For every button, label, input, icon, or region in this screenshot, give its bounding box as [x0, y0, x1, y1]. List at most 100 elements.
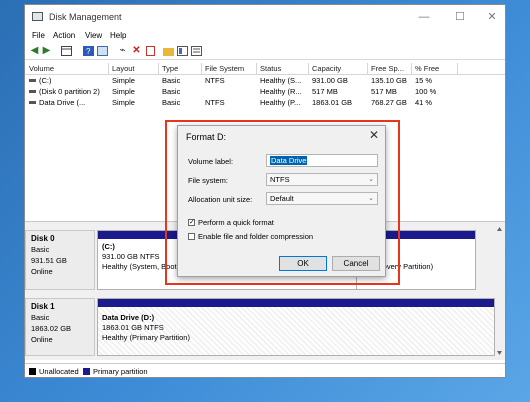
volume-icon	[29, 101, 36, 104]
disk-1-row: Disk 1 Basic 1863.02 GB Online Data Driv…	[25, 298, 505, 356]
folder-icon[interactable]	[163, 46, 174, 56]
menu-bar: File Action View Help	[25, 29, 505, 43]
cell-capacity: 1863.01 GB	[312, 98, 353, 107]
allocation-unit-label: Allocation unit size:	[188, 195, 253, 204]
menu-view[interactable]: View	[85, 31, 102, 40]
window-title: Disk Management	[49, 12, 122, 22]
svg-text:?: ?	[86, 47, 91, 56]
ok-button[interactable]: OK	[279, 256, 327, 271]
disk-name: Disk 1	[31, 302, 55, 311]
toolbar: ◀ ▶ ? ⌁ ✕	[25, 43, 505, 60]
menu-help[interactable]: Help	[110, 31, 126, 40]
legend-unallocated: Unallocated	[39, 367, 79, 376]
cell-free-space: 517 MB	[371, 87, 397, 96]
table-row[interactable]: (Disk 0 partition 2) Simple Basic Health…	[25, 86, 505, 97]
volume-label-label: Volume label:	[188, 157, 234, 166]
col-file-system[interactable]: File System	[205, 64, 244, 73]
title-bar[interactable]: Disk Management — ☐ ✕	[25, 5, 505, 29]
primary-partition-swatch	[83, 368, 90, 375]
chevron-down-icon: ⌄	[368, 195, 374, 202]
help-icon[interactable]: ?	[83, 46, 94, 56]
partition-data-drive[interactable]: Data Drive (D:) 1863.01 GB NTFS Healthy …	[97, 298, 495, 356]
cell-type: Basic	[162, 87, 181, 96]
cell-volume: (C:)	[39, 76, 52, 85]
col-percent-free[interactable]: % Free	[415, 64, 439, 73]
compression-label: Enable file and folder compression	[198, 232, 314, 241]
col-capacity[interactable]: Capacity	[312, 64, 341, 73]
dialog-title: Format D:	[186, 132, 227, 142]
legend-primary-partition: Primary partition	[93, 367, 148, 376]
cell-type: Basic	[162, 76, 181, 85]
delete-icon[interactable]: ✕	[131, 46, 142, 56]
cell-layout: Simple	[112, 98, 135, 107]
file-system-label: File system:	[188, 176, 229, 185]
volume-label-value: Data Drive	[270, 156, 308, 165]
partition-detail: 931.00 GB NTFS	[102, 252, 160, 261]
cell-file-system: NTFS	[205, 98, 225, 107]
partition-status: Healthy (Primary Partition)	[102, 333, 190, 342]
col-layout[interactable]: Layout	[112, 64, 135, 73]
cell-percent-free: 41 %	[415, 98, 433, 107]
cell-percent-free: 100 %	[415, 87, 437, 96]
col-volume[interactable]: Volume	[29, 64, 54, 73]
disk-type: Basic	[31, 313, 50, 322]
cell-status: Healthy (S...	[260, 76, 302, 85]
allocation-unit-select[interactable]: Default ⌄	[266, 192, 378, 205]
cell-volume: (Disk 0 partition 2)	[39, 87, 100, 96]
unallocated-swatch	[29, 368, 36, 375]
menu-action[interactable]: Action	[53, 31, 75, 40]
partition-detail: 1863.01 GB NTFS	[102, 323, 164, 332]
menu-file[interactable]: File	[32, 31, 45, 40]
format-dialog: Format D: ✕ Volume label: Data Drive Fil…	[177, 125, 386, 277]
cell-free-space: 768.27 GB	[371, 98, 407, 107]
maximize-button[interactable]: ☐	[445, 7, 475, 27]
table-row[interactable]: (C:) Simple Basic NTFS Healthy (S... 931…	[25, 75, 505, 86]
table-row[interactable]: Data Drive (... Simple Basic NTFS Health…	[25, 97, 505, 108]
disk-map-scrollbar[interactable]	[496, 226, 503, 356]
cell-status: Healthy (R...	[260, 87, 302, 96]
disk-1-info[interactable]: Disk 1 Basic 1863.02 GB Online	[25, 298, 95, 356]
view-icon[interactable]	[177, 46, 188, 56]
minimize-button[interactable]: —	[409, 7, 439, 27]
cell-file-system: NTFS	[205, 76, 225, 85]
disk-name: Disk 0	[31, 234, 55, 243]
cell-layout: Simple	[112, 87, 135, 96]
chevron-down-icon: ⌄	[368, 176, 374, 183]
console-tree-icon[interactable]	[61, 46, 72, 56]
col-type[interactable]: Type	[162, 64, 178, 73]
compression-checkbox[interactable]	[188, 233, 195, 240]
col-status[interactable]: Status	[260, 64, 281, 73]
forward-arrow-icon[interactable]: ▶	[41, 46, 52, 56]
volume-list-header: Volume Layout Type File System Status Ca…	[25, 63, 505, 75]
dialog-close-icon[interactable]: ✕	[369, 128, 379, 142]
cell-capacity: 931.00 GB	[312, 76, 348, 85]
volume-icon	[29, 79, 36, 82]
cell-type: Basic	[162, 98, 181, 107]
allocation-unit-value: Default	[270, 194, 294, 203]
col-free-space[interactable]: Free Sp...	[371, 64, 404, 73]
disk-size: 1863.02 GB	[31, 324, 72, 333]
cell-capacity: 517 MB	[312, 87, 338, 96]
back-arrow-icon[interactable]: ◀	[29, 46, 40, 56]
file-system-value: NTFS	[270, 175, 290, 184]
quick-format-label: Perform a quick format	[198, 218, 274, 227]
properties-icon[interactable]	[97, 46, 108, 56]
file-system-select[interactable]: NTFS ⌄	[266, 173, 378, 186]
disk-state: Online	[31, 335, 53, 344]
new-icon[interactable]	[145, 46, 156, 56]
cell-percent-free: 15 %	[415, 76, 433, 85]
disk-type: Basic	[31, 245, 50, 254]
volume-label-input[interactable]: Data Drive	[266, 154, 378, 167]
list-icon[interactable]	[191, 46, 202, 56]
disk-state: Online	[31, 267, 53, 276]
connect-icon[interactable]: ⌁	[117, 46, 128, 56]
volume-icon	[29, 90, 36, 93]
cancel-button[interactable]: Cancel	[332, 256, 380, 271]
cell-free-space: 135.10 GB	[371, 76, 407, 85]
partition-bar	[98, 299, 494, 307]
cell-volume: Data Drive (...	[39, 98, 86, 107]
close-button[interactable]: ✕	[477, 7, 507, 27]
disk-0-info[interactable]: Disk 0 Basic 931.51 GB Online	[25, 230, 95, 290]
legend: Unallocated Primary partition	[25, 363, 505, 379]
quick-format-checkbox[interactable]: ✓	[188, 219, 195, 226]
